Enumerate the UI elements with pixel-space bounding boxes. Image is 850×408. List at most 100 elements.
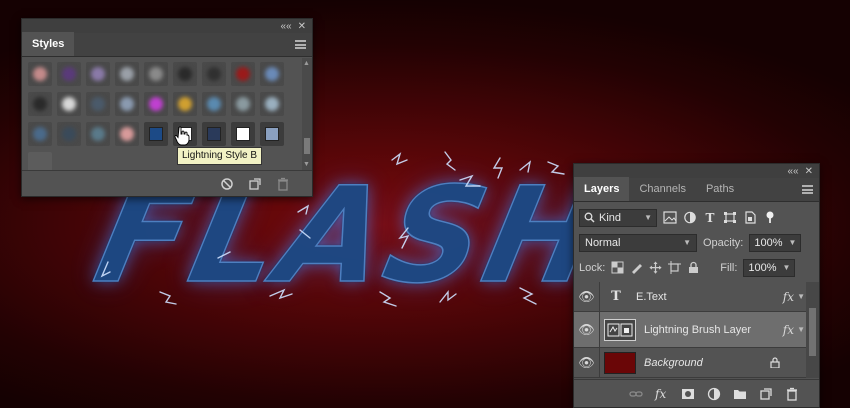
layers-panel: «« ✕ Layers Channels Paths Kind ▼ T Norm… <box>573 163 820 408</box>
style-swatch[interactable] <box>28 122 52 146</box>
close-panel-icon[interactable]: ✕ <box>298 21 306 32</box>
style-swatch[interactable] <box>86 62 110 86</box>
mask-icon[interactable] <box>681 387 695 401</box>
style-swatch[interactable] <box>260 92 284 116</box>
panel-menu-icon[interactable] <box>802 185 813 194</box>
trash-icon[interactable] <box>785 387 799 401</box>
style-swatch[interactable] <box>115 62 139 86</box>
layers-tab-bar: Layers Channels Paths <box>574 177 819 202</box>
new-style-icon[interactable] <box>248 177 262 191</box>
style-swatch[interactable] <box>28 152 52 170</box>
scrollbar-thumb[interactable] <box>304 138 310 154</box>
eye-icon[interactable]: 👁 <box>575 322 599 338</box>
layers-panel-titlebar[interactable]: «« ✕ <box>574 164 819 178</box>
chevron-down-icon[interactable]: ▼ <box>783 263 791 272</box>
style-swatch[interactable] <box>202 92 226 116</box>
new-layer-icon[interactable] <box>759 387 773 401</box>
link-icon[interactable] <box>629 387 643 401</box>
style-swatch[interactable] <box>231 122 255 146</box>
visibility-toggle[interactable]: 👁 <box>574 348 600 377</box>
filter-kind-select[interactable]: Kind ▼ <box>579 208 657 227</box>
eye-icon[interactable]: 👁 <box>575 355 599 371</box>
layer-name[interactable]: E.Text <box>636 291 667 303</box>
layer-row-e-text[interactable]: 👁 T E.Text fx ▼ <box>574 282 808 312</box>
style-swatch[interactable] <box>202 122 226 146</box>
type-layer-icon: T <box>611 289 621 304</box>
fill-value: 100% <box>748 261 777 274</box>
style-swatch[interactable] <box>202 62 226 86</box>
close-panel-icon[interactable]: ✕ <box>805 166 813 177</box>
style-swatch[interactable] <box>28 92 52 116</box>
style-swatch[interactable] <box>173 62 197 86</box>
tab-paths[interactable]: Paths <box>696 177 744 201</box>
chevron-down-icon[interactable]: ▼ <box>797 325 805 334</box>
style-swatch[interactable] <box>144 122 168 146</box>
blend-mode-select[interactable]: Normal ▼ <box>579 233 697 252</box>
style-swatch[interactable] <box>115 92 139 116</box>
layers-scrollbar[interactable] <box>806 282 819 378</box>
collapse-panel-icon[interactable]: «« <box>280 21 291 32</box>
style-swatch[interactable] <box>86 92 110 116</box>
style-swatch[interactable] <box>231 92 255 116</box>
opacity-field[interactable]: 100% ▼ <box>749 233 802 252</box>
lock-artboard-icon[interactable] <box>668 261 682 274</box>
chevron-down-icon[interactable]: ▼ <box>797 292 805 301</box>
style-swatch[interactable] <box>260 62 284 86</box>
styles-footer <box>22 170 312 196</box>
style-swatch[interactable] <box>231 62 255 86</box>
adjustment-icon[interactable] <box>707 387 721 401</box>
fx-icon[interactable]: fx <box>783 323 794 337</box>
panel-menu-icon[interactable] <box>295 40 306 49</box>
style-swatch[interactable] <box>260 122 284 146</box>
style-swatch[interactable] <box>57 122 81 146</box>
trash-icon[interactable] <box>276 177 290 191</box>
chevron-down-icon[interactable]: ▼ <box>789 238 797 247</box>
style-swatch[interactable] <box>173 92 197 116</box>
style-swatch[interactable] <box>86 122 110 146</box>
tab-styles[interactable]: Styles <box>22 32 75 56</box>
type-filter-icon[interactable]: T <box>703 211 717 224</box>
filter-toggle-icon[interactable] <box>763 211 777 224</box>
layer-row-lightning-brush[interactable]: 👁 Lightning Brush Layer fx ▼ <box>574 312 808 348</box>
styles-scrollbar[interactable]: ▲ ▼ <box>302 58 312 170</box>
shape-filter-icon[interactable] <box>723 211 737 224</box>
style-swatch[interactable] <box>57 92 81 116</box>
layer-row-background[interactable]: 👁 Background <box>574 348 808 378</box>
style-swatch[interactable] <box>144 92 168 116</box>
tab-layers[interactable]: Layers <box>574 177 630 201</box>
adjustment-filter-icon[interactable] <box>683 211 697 224</box>
visibility-toggle[interactable]: 👁 <box>574 312 600 347</box>
lock-row: Lock: Fill: 100% ▼ <box>574 255 819 280</box>
layers-footer: fx <box>574 379 819 407</box>
lock-icon <box>770 357 780 368</box>
layer-name[interactable]: Background <box>644 357 703 369</box>
collapse-panel-icon[interactable]: «« <box>787 166 798 177</box>
scrollbar-thumb[interactable] <box>809 308 816 356</box>
styles-panel-titlebar[interactable]: «« ✕ <box>22 19 312 33</box>
layer-name[interactable]: Lightning Brush Layer <box>644 324 751 336</box>
layer-thumbnail <box>604 318 636 341</box>
scroll-down-icon[interactable]: ▼ <box>303 161 310 168</box>
visibility-toggle[interactable]: 👁 <box>574 282 600 311</box>
scroll-up-icon[interactable]: ▲ <box>303 60 310 67</box>
no-style-icon[interactable] <box>220 177 234 191</box>
tab-channels[interactable]: Channels <box>629 177 695 201</box>
fx-icon[interactable]: fx <box>783 290 794 304</box>
style-swatch[interactable] <box>144 62 168 86</box>
style-swatch[interactable] <box>115 122 139 146</box>
lock-position-icon[interactable] <box>649 261 662 274</box>
style-swatch[interactable] <box>28 62 52 86</box>
search-icon <box>584 212 595 223</box>
style-swatch[interactable] <box>57 62 81 86</box>
style-tooltip: Lightning Style B <box>177 147 263 165</box>
pixel-filter-icon[interactable] <box>663 211 677 224</box>
fx-icon[interactable]: fx <box>655 387 669 401</box>
lock-all-icon[interactable] <box>687 261 700 274</box>
lock-transparent-pixels-icon[interactable] <box>611 261 624 274</box>
group-folder-icon[interactable] <box>733 387 747 401</box>
fill-field[interactable]: 100% ▼ <box>743 258 796 277</box>
svg-text:T: T <box>706 211 715 224</box>
eye-icon[interactable]: 👁 <box>575 289 599 305</box>
lock-image-pixels-icon[interactable] <box>630 261 643 274</box>
smart-object-filter-icon[interactable] <box>743 211 757 224</box>
